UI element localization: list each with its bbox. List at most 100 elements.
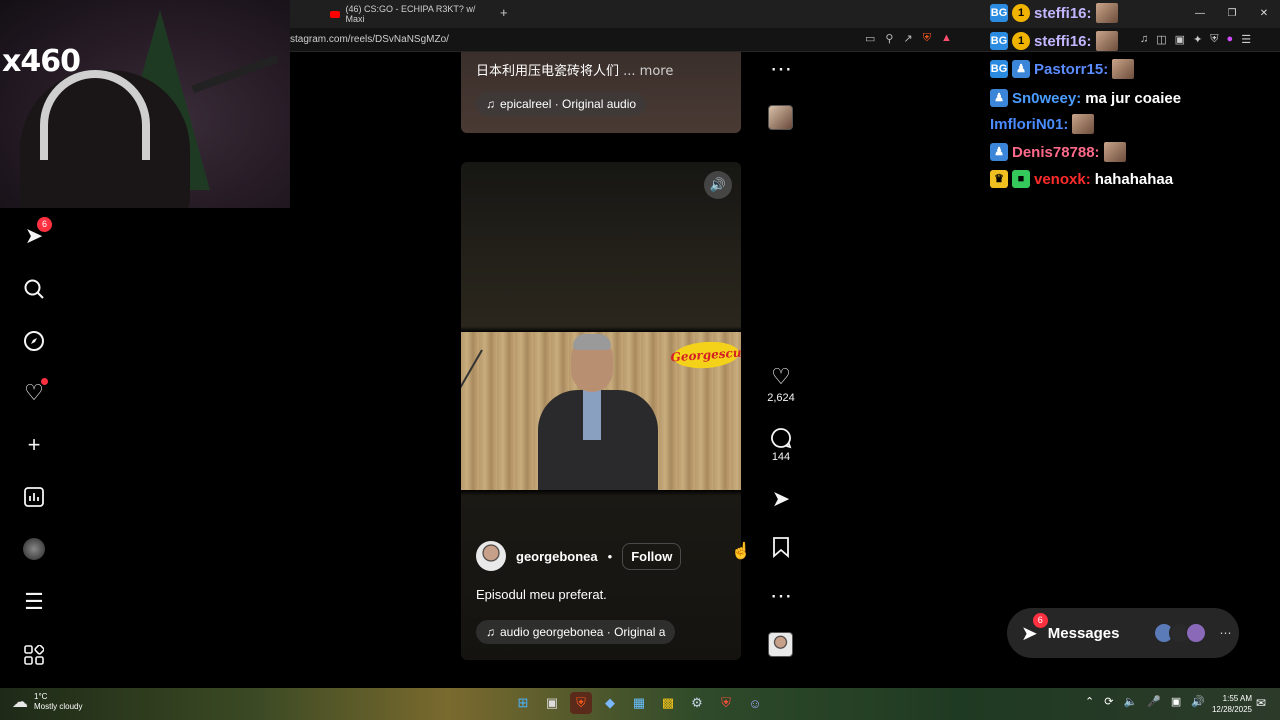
notifications-button[interactable]: ♡ <box>18 377 50 409</box>
author-username[interactable]: georgebonea <box>516 549 598 564</box>
share-button[interactable]: ➤ <box>760 486 802 512</box>
microphone-icon[interactable]: 🎤 <box>1147 695 1161 708</box>
audio-pill[interactable]: ♫ epicalreel · Original audio <box>476 92 647 116</box>
chat-username[interactable]: steffi16: <box>1034 33 1092 50</box>
sparkle-icon[interactable]: ✦ <box>1193 33 1202 46</box>
chat-text: hahahahaa <box>1094 170 1174 188</box>
audio-thumbnail[interactable] <box>768 632 793 657</box>
steam-icon[interactable]: ⚙ <box>686 692 708 714</box>
audio-label: epicalreel · Original audio <box>500 97 637 111</box>
create-button[interactable]: + <box>18 429 50 461</box>
chat-username[interactable]: ImfloriN01: <box>990 116 1068 133</box>
previous-reel[interactable]: 日本利用压电瓷砖将人们 ... more ♫ epicalreel · Orig… <box>461 52 741 133</box>
direct-messages-button[interactable]: ➤ 6 <box>18 217 52 252</box>
message-avatars <box>1153 622 1208 644</box>
person-badge-icon: ♟ <box>990 143 1008 161</box>
like-button[interactable]: ♡ 2,624 <box>760 364 802 404</box>
separator-dot: • <box>607 548 613 564</box>
shield-icon[interactable]: ⛨ <box>1210 33 1218 46</box>
chart-icon <box>24 487 44 507</box>
author-avatar[interactable] <box>476 541 506 571</box>
more-menu-button[interactable]: ☰ <box>18 586 50 618</box>
reel-video[interactable]: Georgescu <box>461 332 741 490</box>
chat-message: BG 1 steffi16: <box>990 2 1118 24</box>
chat-message: ♛ ■ venoxk: hahahahaa <box>990 168 1173 190</box>
paper-plane-icon: ➤ <box>771 486 791 511</box>
crown-badge-icon: ♛ <box>990 170 1008 188</box>
minimize-icon[interactable]: — <box>1184 0 1216 28</box>
more-options-button[interactable]: ⋯ <box>760 583 802 609</box>
network-icon[interactable]: ▣ <box>1171 695 1181 708</box>
comment-button[interactable]: 144 <box>760 425 802 463</box>
stream-overlay-text: x460 <box>2 44 81 79</box>
search-button[interactable] <box>18 273 50 305</box>
menu-icon[interactable]: ☰ <box>1241 33 1251 46</box>
webcam-overlay: x460 <box>0 0 290 208</box>
notification-bell-icon[interactable]: ✉ <box>1256 696 1266 710</box>
explore-button[interactable] <box>18 325 50 357</box>
sync-icon[interactable]: ⟳ <box>1104 695 1113 708</box>
current-reel[interactable]: 🔊 Georgescu georgebonea • Follow Episodu… <box>461 162 741 660</box>
music-note-icon: ♫ <box>486 97 495 111</box>
audio-thumbnail[interactable] <box>768 105 793 130</box>
dashboard-button[interactable] <box>18 481 50 513</box>
weather-widget[interactable]: ☁ 1°C Mostly cloudy <box>12 692 82 712</box>
discord-icon[interactable]: ☺ <box>744 692 766 714</box>
chat-username[interactable]: Denis78788: <box>1012 144 1100 161</box>
url-text[interactable]: stagram.com/reels/DSvNaNSgMZo/ <box>290 34 449 45</box>
chat-username[interactable]: Pastorr15: <box>1034 61 1108 78</box>
file-explorer-icon[interactable]: ▩ <box>657 692 679 714</box>
messages-badge: 6 <box>1032 612 1048 628</box>
youtube-icon <box>330 10 340 18</box>
save-button[interactable] <box>760 534 802 558</box>
speaker-icon: 🔊 <box>709 177 727 192</box>
mute-button[interactable]: 🔊 <box>704 171 732 199</box>
sidebar-icon[interactable]: ◫ <box>1156 33 1166 46</box>
leo-icon[interactable]: ● <box>1227 33 1234 46</box>
task-view-icon[interactable]: ▣ <box>541 692 563 714</box>
chat-username[interactable]: venoxk: <box>1034 171 1091 188</box>
emote-icon <box>1095 3 1118 23</box>
reel-caption: Episodul meu preferat. <box>476 587 607 602</box>
chevron-up-icon[interactable]: ⌃ <box>1085 695 1094 708</box>
wallet-icon[interactable]: ▣ <box>1175 33 1185 46</box>
browser-tab[interactable]: (46) CS:GO - ECHIPA R3KT? w/ Maxi <box>330 4 490 24</box>
clock[interactable]: 1:55 AM 12/28/2025 <box>1200 693 1252 715</box>
badge-bg-icon: BG <box>990 4 1008 22</box>
more-horizontal-icon: ⋯ <box>770 583 792 608</box>
brave-browser-icon[interactable]: ⛨ <box>570 692 592 714</box>
antivirus-icon[interactable]: ⛨ <box>715 692 737 714</box>
chat-username[interactable]: steffi16: <box>1034 5 1092 22</box>
cast-icon[interactable]: ▭ <box>865 32 875 45</box>
new-tab-button[interactable]: + <box>500 5 508 20</box>
share-icon[interactable]: ↗ <box>903 32 912 45</box>
close-icon[interactable]: ✕ <box>1248 0 1280 28</box>
more-options-button-top[interactable]: ⋯ <box>760 56 802 82</box>
brave-rewards-icon[interactable]: ▲ <box>941 32 952 45</box>
profile-button[interactable] <box>18 533 50 565</box>
audio-pill[interactable]: ♫ audio georgebonea · Original a <box>476 620 676 644</box>
heart-icon: ♡ <box>771 364 791 389</box>
music-icon[interactable]: ♫ <box>1140 33 1148 46</box>
windows-start-icon[interactable]: ⊞ <box>512 692 534 714</box>
cloud-icon: ☁ <box>12 694 28 711</box>
speaker-hair <box>573 334 611 350</box>
gift-badge-icon: ■ <box>1012 170 1030 188</box>
follow-button[interactable]: Follow <box>622 542 682 570</box>
restore-icon[interactable]: ❐ <box>1216 0 1248 28</box>
badge-bg-icon: BG <box>990 60 1008 78</box>
chat-username[interactable]: Sn0weey: <box>1012 90 1081 107</box>
emote-icon <box>1072 114 1095 134</box>
messages-badge: 6 <box>37 217 52 232</box>
chat-message: BG ♟ Pastorr15: <box>990 58 1135 80</box>
volume-icon[interactable]: 🔈 <box>1123 695 1137 708</box>
plus-icon: + <box>27 432 41 457</box>
messages-pill[interactable]: ➤ 6 Messages ⋯ <box>1007 608 1239 658</box>
address-bar[interactable]: stagram.com/reels/DSvNaNSgMZo/ ▭ ⚲ ↗ ⛨ ▲ <box>280 28 1280 52</box>
brave-shield-icon[interactable]: ⛨ <box>923 32 931 45</box>
zoom-icon[interactable]: ⚲ <box>885 32 893 45</box>
apps-button[interactable] <box>18 639 50 671</box>
copilot-icon[interactable]: ◆ <box>599 692 621 714</box>
more-link[interactable]: ... more <box>623 64 673 79</box>
store-icon[interactable]: ▦ <box>628 692 650 714</box>
